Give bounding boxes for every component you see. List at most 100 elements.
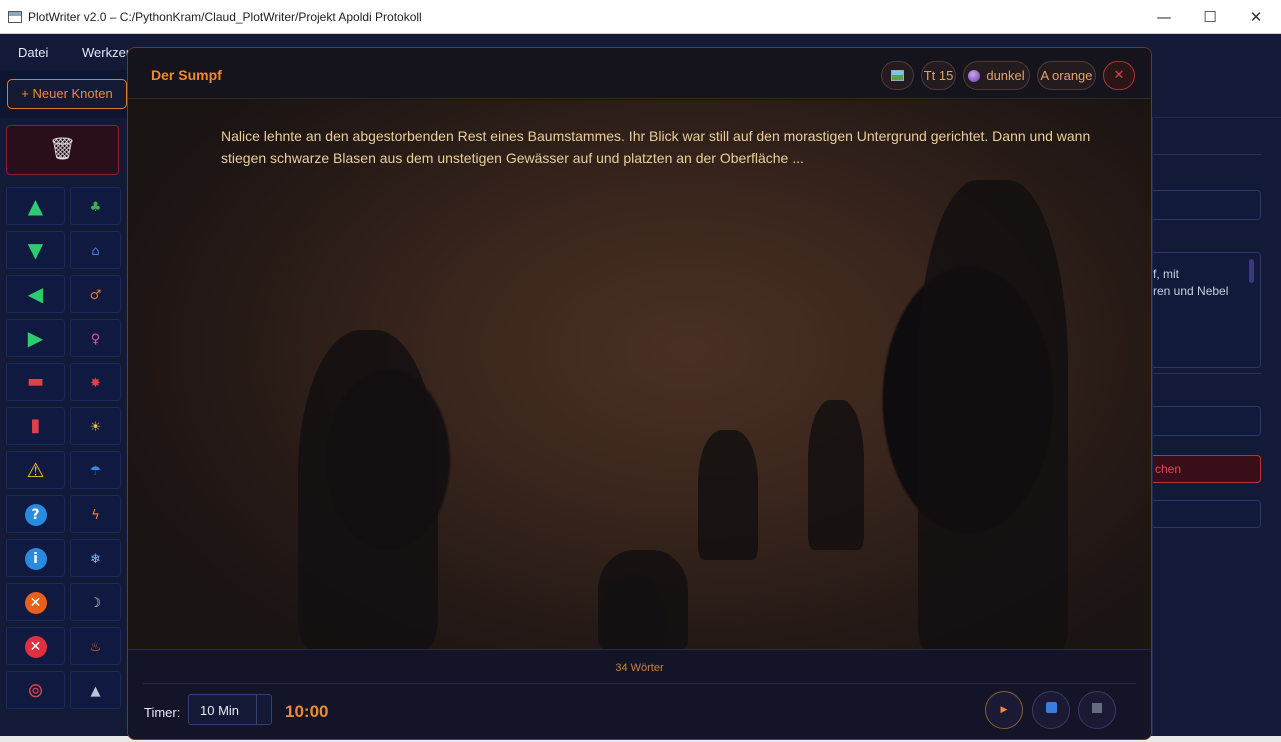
play-icon: ▶	[1000, 705, 1008, 715]
lightning-icon: ϟ	[91, 508, 100, 523]
male-icon: ♂	[89, 288, 102, 303]
background-figure	[808, 400, 864, 550]
guitar-player-figure	[298, 330, 438, 649]
warning-icon: ⚠	[26, 458, 45, 482]
symbol-tile-red-x[interactable]: ✕	[6, 627, 65, 665]
theme-label: dunkel	[986, 68, 1025, 83]
trash-icon: 🗑	[48, 137, 77, 162]
symbol-tile-question[interactable]: ?	[6, 495, 65, 533]
title-field[interactable]	[1153, 190, 1261, 220]
symbol-tile-tree[interactable]: ♣	[70, 187, 121, 225]
field[interactable]	[1153, 500, 1261, 528]
delete-node-button[interactable]: chen	[1153, 455, 1261, 483]
burst-icon: ✸	[90, 376, 101, 391]
symbol-tile-female[interactable]: ♀	[70, 319, 121, 357]
background-image-button[interactable]	[881, 61, 914, 90]
description-line: f, mit	[1153, 267, 1179, 281]
menu-werkzeuge[interactable]: Werkzeu	[82, 45, 133, 60]
story-background-image: Nalice lehnte an den abgestorbenden Rest…	[128, 100, 1151, 649]
symbol-tile-warning[interactable]: ⚠	[6, 451, 65, 489]
symbol-tile-minus[interactable]: ▬	[6, 363, 65, 401]
theme-button[interactable]: dunkel	[963, 61, 1030, 90]
fire-icon: ♨	[89, 640, 102, 655]
timer-display: 10:00	[285, 702, 329, 721]
timer-value: 10 Min	[200, 703, 240, 718]
vertical-bar-icon: ▮	[30, 415, 41, 436]
symbol-panel: 🗑 ▲ ♣ ▼ ⌂ ◀ ♂ ▶ ♀ ▬ ✸ ▮ ☀ ⚠ ☂? ϟ i ❄ ✕ ☽ ✕ ♨ ⊚ ▲	[0, 118, 128, 738]
symbol-tile-triangle-down[interactable]: ▼	[6, 231, 65, 269]
tree-icon: ♣	[89, 200, 102, 215]
font-size-button[interactable]: Tt 15	[921, 61, 956, 90]
standing-man-figure	[918, 180, 1068, 649]
app-icon	[8, 11, 22, 23]
pause-button[interactable]	[1032, 691, 1070, 729]
question-icon: ?	[24, 503, 47, 526]
symbol-tile-lightning[interactable]: ϟ	[70, 495, 121, 533]
sun-icon: ☀	[89, 420, 102, 435]
background-figure	[698, 430, 758, 560]
window-title: PlotWriter v2.0 – C:/PythonKram/Claud_Pl…	[28, 10, 422, 24]
maximize-button[interactable]: ☐	[1190, 6, 1230, 28]
symbol-tile-umbrella[interactable]: ☂	[70, 451, 121, 489]
symbol-tile-triangle-up[interactable]: ▲	[6, 187, 65, 225]
symbol-tile-snowflake[interactable]: ❄	[70, 539, 121, 577]
symbol-tile-burst[interactable]: ✸	[70, 363, 121, 401]
theme-dot-icon	[968, 70, 981, 82]
field[interactable]	[1153, 406, 1261, 436]
female-icon: ♀	[90, 332, 101, 347]
house-icon: ⌂	[91, 244, 100, 259]
description-line: ren und Nebel	[1153, 284, 1229, 298]
stop-button[interactable]	[1078, 691, 1116, 729]
umbrella-icon: ☂	[89, 464, 102, 479]
red-x-icon: ✕	[24, 635, 47, 658]
image-icon	[891, 70, 904, 81]
new-node-button[interactable]: + Neuer Knoten	[7, 79, 127, 109]
symbol-tile-info[interactable]: i	[6, 539, 65, 577]
description-field[interactable]: f, mit ren und Nebel	[1153, 252, 1261, 368]
scrollbar[interactable]	[1249, 259, 1254, 283]
window-titlebar: PlotWriter v2.0 – C:/PythonKram/Claud_Pl…	[0, 0, 1281, 34]
symbol-tile-triangle-right[interactable]: ▶	[6, 319, 65, 357]
divider	[1153, 154, 1261, 155]
properties-panel: f, mit ren und Nebel chen	[1152, 118, 1281, 738]
symbol-tile-male[interactable]: ♂	[70, 275, 121, 313]
triangle-right-icon: ▶	[27, 326, 44, 350]
dialog-title: Der Sumpf	[151, 67, 222, 83]
symbol-tile-sun[interactable]: ☀	[70, 407, 121, 445]
play-button[interactable]: ▶	[985, 691, 1023, 729]
triangle-down-icon: ▼	[27, 238, 44, 262]
symbol-tile-triangle-left[interactable]: ◀	[6, 275, 65, 313]
minimize-button[interactable]: —	[1144, 6, 1184, 28]
symbol-tile-vertical-bar[interactable]: ▮	[6, 407, 65, 445]
text-color-button[interactable]: A orange	[1037, 61, 1096, 90]
menu-datei[interactable]: Datei	[18, 45, 48, 60]
moon-icon: ☽	[89, 596, 102, 611]
close-window-button[interactable]: ✕	[1236, 6, 1276, 28]
word-count: 34 Wörter	[615, 662, 664, 674]
symbol-tile-fire[interactable]: ♨	[70, 627, 121, 665]
stop-icon	[1092, 703, 1102, 713]
symbol-tile-gray-triangle[interactable]: ▲	[70, 671, 121, 709]
info-icon: i	[24, 547, 47, 570]
story-text[interactable]: Nalice lehnte an den abgestorbenden Rest…	[221, 125, 1101, 169]
lifebuoy-icon: ⊚	[27, 678, 44, 702]
symbol-tile-lifebuoy[interactable]: ⊚	[6, 671, 65, 709]
gray-triangle-icon: ▲	[90, 684, 101, 699]
close-dialog-button[interactable]: ✕	[1103, 61, 1135, 90]
focus-mode-dialog: Der Sumpf Tt 15 dunkel A orange ✕ Nalice…	[127, 47, 1152, 740]
dialog-footer: 34 Wörter Timer: 10 Min 10:00 ▶	[128, 649, 1151, 739]
divider	[143, 683, 1136, 684]
symbol-tile-moon[interactable]: ☽	[70, 583, 121, 621]
orange-x-icon: ✕	[24, 591, 47, 614]
dialog-header: Der Sumpf Tt 15 dunkel A orange ✕	[128, 48, 1151, 99]
timer-select[interactable]: 10 Min	[188, 694, 272, 725]
minus-icon: ▬	[26, 371, 44, 392]
background-figure	[598, 550, 688, 649]
triangle-up-icon: ▲	[27, 194, 44, 218]
timer-label: Timer:	[144, 705, 181, 720]
divider	[1153, 373, 1261, 374]
spinner-arrows[interactable]	[256, 695, 272, 724]
symbol-tile-orange-x[interactable]: ✕	[6, 583, 65, 621]
symbol-tile-house[interactable]: ⌂	[70, 231, 121, 269]
delete-button[interactable]: 🗑	[6, 125, 119, 175]
